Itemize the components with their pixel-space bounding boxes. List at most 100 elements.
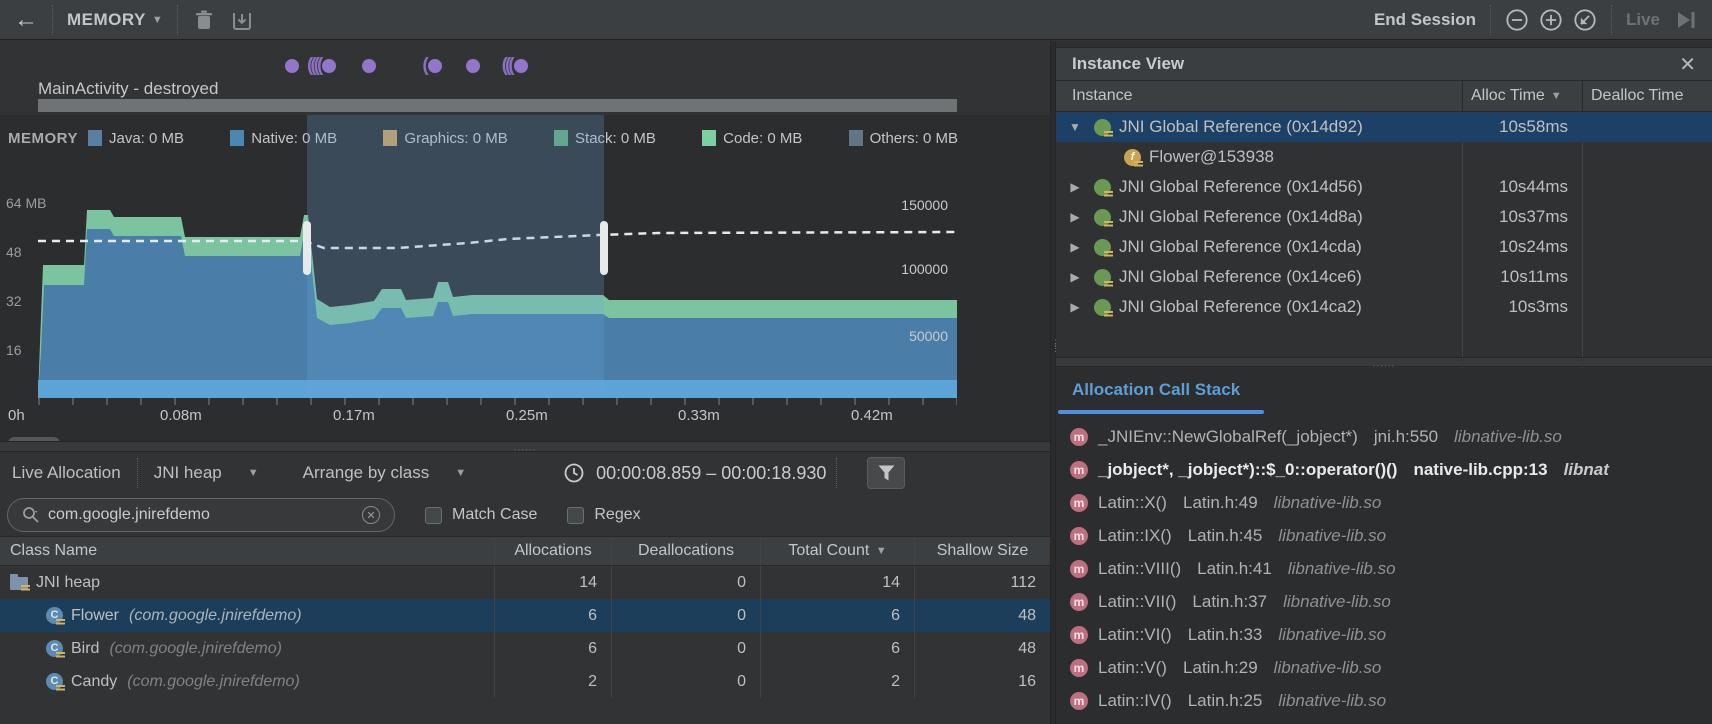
call-stack-frames: m_JNIEnv::NewGlobalRef(_jobject*)jni.h:5…	[1056, 420, 1712, 717]
table-row-candy[interactable]: CCandy(com.google.jnirefdemo) 2 0 2 16	[0, 665, 1050, 698]
back-icon[interactable]: ←	[14, 8, 38, 32]
delete-session-button[interactable]	[192, 8, 216, 32]
expand-arrow-icon[interactable]: ▶	[1064, 180, 1086, 194]
class-table-header[interactable]: Class Name Allocations Deallocations Tot…	[0, 536, 1050, 566]
instance-row[interactable]: ▼JNI Global Reference (0x14d92) 10s58ms	[1056, 112, 1712, 142]
selection-handle-right[interactable]	[600, 221, 608, 275]
column-instance[interactable]: Instance	[1056, 87, 1462, 105]
method-icon: m	[1070, 626, 1088, 644]
expand-arrow-icon[interactable]: ▶	[1064, 210, 1086, 224]
instance-row[interactable]: ▶JNI Global Reference (0x14ca2) 10s3ms	[1056, 292, 1712, 322]
end-session-button[interactable]: End Session	[1374, 10, 1476, 30]
activity-lifecycle-label: MainActivity - destroyed	[38, 79, 218, 99]
touch-event-icon	[322, 59, 336, 73]
match-case-checkbox[interactable]	[425, 507, 442, 524]
tab-allocation-call-stack[interactable]: Allocation Call Stack	[1072, 380, 1240, 400]
selection-handle-left[interactable]	[303, 221, 311, 275]
y-axis-tick: 16	[6, 342, 22, 358]
instance-row[interactable]: ▶JNI Global Reference (0x14ce6) 10s11ms	[1056, 262, 1712, 292]
live-button[interactable]: Live	[1626, 10, 1660, 30]
table-row-jni-heap[interactable]: JNI heap 14 0 14 112	[0, 566, 1050, 599]
x-axis-ticks	[38, 398, 957, 405]
toolbar-divider	[1490, 5, 1491, 35]
jni-ref-icon	[1094, 179, 1111, 196]
java-swatch-icon	[88, 130, 102, 146]
zoom-in-icon[interactable]	[1539, 8, 1563, 32]
instance-row[interactable]: ▶JNI Global Reference (0x14cda) 10s24ms	[1056, 232, 1712, 262]
chevron-down-icon: ▼	[455, 467, 466, 479]
toolbar-divider	[177, 5, 178, 35]
stack-frame-selected[interactable]: m_jobject*, _jobject*)::$_0::operator()(…	[1056, 453, 1712, 486]
horizontal-splitter[interactable]: ::::::	[0, 441, 1050, 452]
arrange-dropdown[interactable]: Arrange by class▼	[303, 458, 467, 488]
sort-desc-icon: ▼	[1551, 90, 1562, 102]
memory-chart[interactable]: MEMORY Java: 0 MB Native: 0 MB Graphics:…	[0, 115, 1050, 463]
expand-arrow-icon[interactable]: ▶	[1064, 240, 1086, 254]
heap-dropdown[interactable]: JNI heap▼	[154, 458, 259, 488]
close-icon[interactable]: ✕	[1679, 52, 1696, 77]
chevron-down-icon: ▼	[152, 14, 163, 26]
search-box[interactable]: ✕	[7, 498, 395, 532]
selection-time-range: 00:00:08.859 – 00:00:18.930	[596, 463, 826, 484]
instance-child-row[interactable]: fFlower@153938	[1056, 142, 1712, 172]
stack-frame[interactable]: mLatin::VI()Latin.h:33libnative-lib.so	[1056, 618, 1712, 651]
chevron-down-icon: ▼	[248, 467, 259, 479]
match-case-option[interactable]: Match Case	[425, 506, 537, 524]
column-alloc-time[interactable]: Alloc Time▼	[1462, 81, 1582, 111]
column-total-count[interactable]: Total Count ▼	[760, 537, 914, 565]
x-axis-tick: 0.08m	[160, 407, 202, 424]
stack-frame[interactable]: mLatin::VII()Latin.h:37libnative-lib.so	[1056, 585, 1712, 618]
stack-frame[interactable]: mLatin::IV()Latin.h:25libnative-lib.so	[1056, 684, 1712, 717]
method-icon: m	[1070, 461, 1088, 479]
filter-button[interactable]	[867, 457, 905, 489]
method-icon: m	[1070, 593, 1088, 611]
touch-event-icon	[362, 59, 376, 73]
timeline-selection-range[interactable]	[307, 115, 604, 398]
profiler-session-dropdown[interactable]: MEMORY ▼	[67, 10, 163, 30]
class-icon: C	[46, 673, 63, 690]
count-axis-tick: 100000	[888, 261, 948, 277]
method-icon: m	[1070, 428, 1088, 446]
y-axis-tick: 64 MB	[6, 195, 46, 211]
export-recording-button[interactable]	[230, 8, 254, 32]
column-shallow-size[interactable]: Shallow Size	[914, 537, 1050, 565]
class-icon: C	[46, 607, 63, 624]
instance-row[interactable]: ▶JNI Global Reference (0x14d8a) 10s37ms	[1056, 202, 1712, 232]
regex-checkbox[interactable]	[567, 507, 584, 524]
column-allocations[interactable]: Allocations	[494, 537, 611, 565]
x-axis-tick: 0.25m	[506, 407, 548, 424]
stack-frame[interactable]: mLatin::VIII()Latin.h:41libnative-lib.so	[1056, 552, 1712, 585]
expand-arrow-icon[interactable]: ▶	[1064, 270, 1086, 284]
jni-ref-icon	[1094, 209, 1111, 226]
event-timeline: (((( ( ((( MainActivity - destroyed	[0, 41, 1050, 115]
regex-option[interactable]: Regex	[567, 506, 640, 524]
instance-row[interactable]: ▶JNI Global Reference (0x14d56) 10s44ms	[1056, 172, 1712, 202]
method-icon: m	[1070, 659, 1088, 677]
stack-frame[interactable]: mLatin::V()Latin.h:29libnative-lib.so	[1056, 651, 1712, 684]
touch-ripple-icon: ((((	[307, 55, 320, 77]
regex-label: Regex	[594, 506, 640, 524]
toolbar-divider	[1611, 5, 1612, 35]
jni-ref-icon	[1094, 269, 1111, 286]
stack-frame[interactable]: mLatin::IX()Latin.h:45libnative-lib.so	[1056, 519, 1712, 552]
touch-ripple-icon: (((	[502, 55, 512, 77]
table-row-bird[interactable]: CBird(com.google.jnirefdemo) 6 0 6 48	[0, 632, 1050, 665]
toolbar-divider	[137, 458, 138, 488]
collapse-arrow-icon[interactable]: ▼	[1064, 120, 1086, 134]
expand-arrow-icon[interactable]: ▶	[1064, 300, 1086, 314]
reset-zoom-icon[interactable]	[1573, 8, 1597, 32]
horizontal-splitter[interactable]: ::::::	[1056, 357, 1712, 367]
stack-frame[interactable]: m_JNIEnv::NewGlobalRef(_jobject*)jni.h:5…	[1056, 420, 1712, 453]
method-icon: m	[1070, 692, 1088, 710]
column-dealloc-time[interactable]: Dealloc Time	[1582, 81, 1712, 111]
search-input[interactable]	[48, 506, 362, 524]
skip-to-live-icon[interactable]	[1674, 8, 1698, 32]
touch-event-icon	[285, 59, 299, 73]
table-row-flower[interactable]: CFlower(com.google.jnirefdemo) 6 0 6 48	[0, 599, 1050, 632]
stack-frame[interactable]: mLatin::X()Latin.h:49libnative-lib.so	[1056, 486, 1712, 519]
touch-event-icon	[466, 59, 480, 73]
column-class-name[interactable]: Class Name	[0, 542, 494, 560]
clear-search-icon[interactable]: ✕	[362, 506, 380, 524]
zoom-out-icon[interactable]	[1505, 8, 1529, 32]
column-deallocations[interactable]: Deallocations	[611, 537, 760, 565]
